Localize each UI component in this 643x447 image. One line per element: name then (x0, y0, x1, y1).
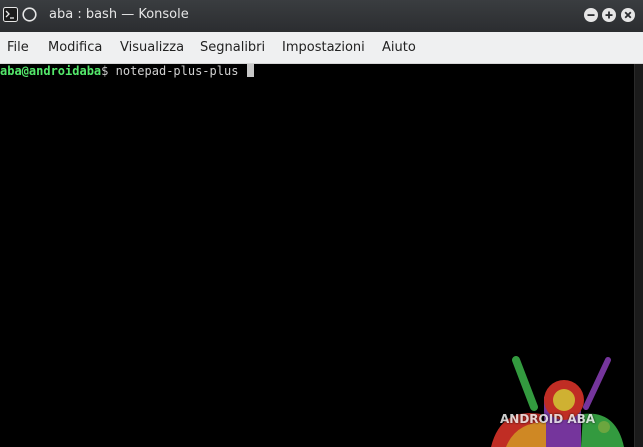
close-icon[interactable] (620, 7, 636, 23)
maximize-icon[interactable] (601, 7, 617, 23)
menu-segnalibri[interactable]: Segnalibri (200, 40, 265, 55)
minimize-icon[interactable] (583, 7, 599, 23)
konsole-window: aba : bash — Konsole File Modifica Visua… (0, 0, 643, 447)
menu-aiuto[interactable]: Aiuto (382, 40, 416, 55)
text-cursor (247, 64, 255, 77)
menu-modifica[interactable]: Modifica (48, 40, 102, 55)
prompt-user: aba@androidaba (0, 64, 102, 78)
window-title: aba : bash — Konsole (49, 7, 189, 22)
terminal-scrollbar[interactable] (634, 64, 643, 447)
watermark-text: ANDROID ABA (500, 412, 596, 426)
title-bar[interactable]: aba : bash — Konsole (0, 0, 643, 32)
menu-bar: File Modifica Visualizza Segnalibri Impo… (0, 32, 643, 64)
android-aba-watermark-logo (491, 356, 624, 447)
prompt-line: aba@androidaba$ notepad-plus-plus (0, 64, 255, 78)
circle-pin-icon[interactable] (22, 7, 37, 22)
menu-impostazioni[interactable]: Impostazioni (282, 40, 365, 55)
terminal-icon[interactable] (3, 7, 18, 22)
command-text: notepad-plus-plus (108, 64, 239, 78)
menu-file[interactable]: File (7, 40, 29, 55)
menu-visualizza[interactable]: Visualizza (120, 40, 184, 55)
